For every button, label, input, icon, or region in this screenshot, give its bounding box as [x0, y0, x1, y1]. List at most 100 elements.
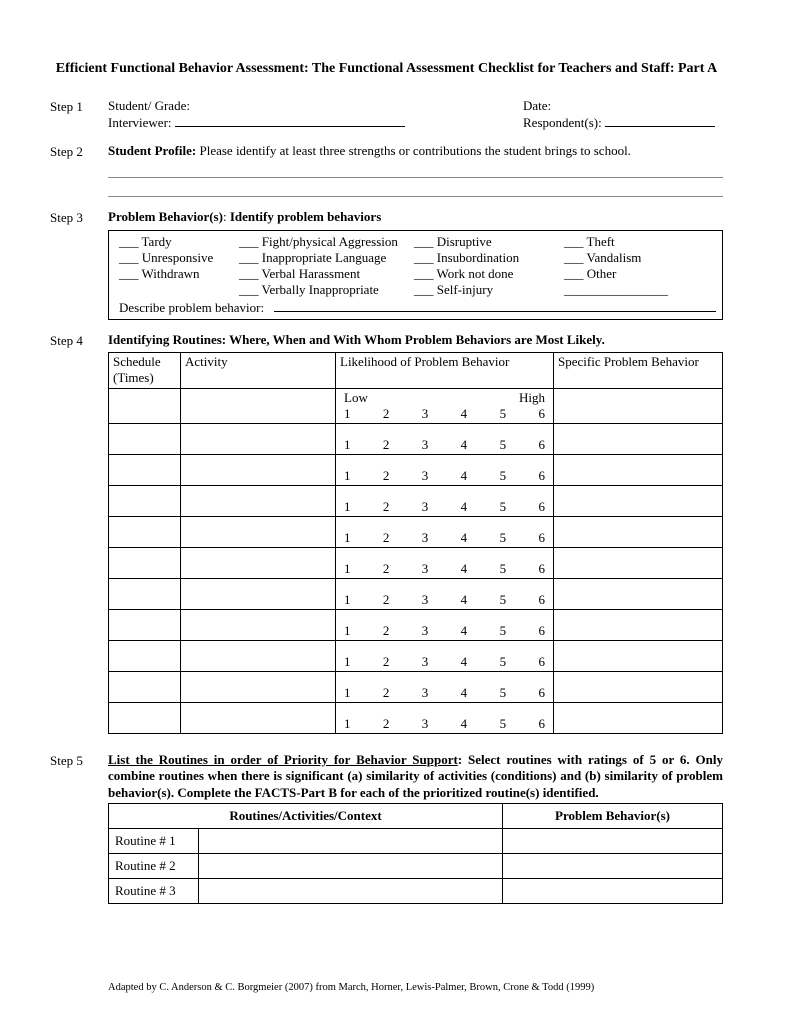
- behavior-item[interactable]: Other ________________: [564, 266, 716, 299]
- behavior-item[interactable]: Verbally Inappropriate: [239, 282, 414, 298]
- schedule-cell[interactable]: [109, 641, 181, 672]
- scale-value[interactable]: 2: [383, 654, 390, 670]
- scale-value[interactable]: 4: [461, 716, 468, 732]
- behavior-item[interactable]: Insubordination: [414, 250, 564, 266]
- scale-value[interactable]: 2: [383, 468, 390, 484]
- scale-value[interactable]: 1: [344, 437, 351, 453]
- scale-value[interactable]: 5: [500, 468, 507, 484]
- specific-behavior-cell[interactable]: [554, 703, 723, 734]
- scale-value[interactable]: 1: [344, 499, 351, 515]
- likelihood-cell[interactable]: LowHigh123456: [336, 388, 554, 424]
- activity-cell[interactable]: [181, 486, 336, 517]
- scale-value[interactable]: 3: [422, 561, 429, 577]
- behavior-item[interactable]: Inappropriate Language: [239, 250, 414, 266]
- specific-behavior-cell[interactable]: [554, 424, 723, 455]
- scale-value[interactable]: 5: [500, 499, 507, 515]
- scale-value[interactable]: 3: [422, 716, 429, 732]
- scale-value[interactable]: 6: [538, 592, 545, 608]
- routine-behavior-cell[interactable]: [503, 828, 723, 853]
- behavior-item[interactable]: Self-injury: [414, 282, 564, 298]
- behavior-item[interactable]: Theft: [564, 234, 716, 250]
- scale-value[interactable]: 2: [383, 406, 390, 422]
- scale-value[interactable]: 4: [461, 530, 468, 546]
- scale-value[interactable]: 3: [422, 685, 429, 701]
- activity-cell[interactable]: [181, 455, 336, 486]
- scale-value[interactable]: 2: [383, 623, 390, 639]
- schedule-cell[interactable]: [109, 486, 181, 517]
- behavior-item[interactable]: Disruptive: [414, 234, 564, 250]
- interviewer-input[interactable]: [175, 114, 405, 127]
- scale-value[interactable]: 5: [500, 561, 507, 577]
- likelihood-cell[interactable]: 123456: [336, 641, 554, 672]
- respondents-input[interactable]: [605, 114, 715, 127]
- routine-context-cell[interactable]: [199, 828, 503, 853]
- activity-cell[interactable]: [181, 424, 336, 455]
- scale-value[interactable]: 2: [383, 561, 390, 577]
- scale-value[interactable]: 4: [461, 437, 468, 453]
- schedule-cell[interactable]: [109, 672, 181, 703]
- scale-value[interactable]: 4: [461, 561, 468, 577]
- schedule-cell[interactable]: [109, 579, 181, 610]
- specific-behavior-cell[interactable]: [554, 486, 723, 517]
- activity-cell[interactable]: [181, 672, 336, 703]
- behavior-item[interactable]: Work not done: [414, 266, 564, 282]
- behavior-item[interactable]: Withdrawn: [119, 266, 239, 282]
- scale-value[interactable]: 6: [538, 654, 545, 670]
- scale-value[interactable]: 2: [383, 685, 390, 701]
- scale-value[interactable]: 5: [500, 437, 507, 453]
- scale-value[interactable]: 1: [344, 654, 351, 670]
- scale-value[interactable]: 4: [461, 592, 468, 608]
- behavior-item[interactable]: Verbal Harassment: [239, 266, 414, 282]
- likelihood-cell[interactable]: 123456: [336, 610, 554, 641]
- scale-value[interactable]: 1: [344, 561, 351, 577]
- scale-value[interactable]: 6: [538, 530, 545, 546]
- schedule-cell[interactable]: [109, 455, 181, 486]
- likelihood-cell[interactable]: 123456: [336, 579, 554, 610]
- schedule-cell[interactable]: [109, 517, 181, 548]
- scale-value[interactable]: 3: [422, 654, 429, 670]
- activity-cell[interactable]: [181, 610, 336, 641]
- likelihood-cell[interactable]: 123456: [336, 703, 554, 734]
- scale-value[interactable]: 1: [344, 623, 351, 639]
- scale-value[interactable]: 4: [461, 623, 468, 639]
- scale-value[interactable]: 4: [461, 654, 468, 670]
- scale-value[interactable]: 5: [500, 530, 507, 546]
- likelihood-cell[interactable]: 1 2 3 4 5 6: [336, 548, 554, 579]
- scale-value[interactable]: 6: [538, 468, 545, 484]
- scale-value[interactable]: 2: [383, 592, 390, 608]
- likelihood-cell[interactable]: 123456: [336, 517, 554, 548]
- specific-behavior-cell[interactable]: [554, 388, 723, 424]
- likelihood-cell[interactable]: 123456: [336, 486, 554, 517]
- scale-value[interactable]: 4: [461, 468, 468, 484]
- scale-value[interactable]: 1: [344, 530, 351, 546]
- likelihood-cell[interactable]: 123456: [336, 424, 554, 455]
- activity-cell[interactable]: [181, 548, 336, 579]
- scale-value[interactable]: 2: [383, 716, 390, 732]
- scale-value[interactable]: 3: [422, 437, 429, 453]
- scale-value[interactable]: 5: [500, 716, 507, 732]
- specific-behavior-cell[interactable]: [554, 548, 723, 579]
- activity-cell[interactable]: [181, 641, 336, 672]
- scale-value[interactable]: 5: [500, 623, 507, 639]
- routine-context-cell[interactable]: [199, 853, 503, 878]
- specific-behavior-cell[interactable]: [554, 579, 723, 610]
- scale-value[interactable]: 3: [422, 499, 429, 515]
- likelihood-cell[interactable]: 123456: [336, 672, 554, 703]
- routine-behavior-cell[interactable]: [503, 853, 723, 878]
- behavior-item[interactable]: Unresponsive: [119, 250, 239, 266]
- activity-cell[interactable]: [181, 579, 336, 610]
- scale-value[interactable]: 6: [538, 561, 545, 577]
- routine-behavior-cell[interactable]: [503, 878, 723, 903]
- scale-value[interactable]: 3: [422, 406, 429, 422]
- activity-cell[interactable]: [181, 388, 336, 424]
- scale-value[interactable]: 1: [344, 592, 351, 608]
- behavior-item[interactable]: Vandalism: [564, 250, 716, 266]
- scale-value[interactable]: 1: [344, 406, 351, 422]
- profile-line-1[interactable]: [108, 163, 723, 178]
- scale-value[interactable]: 6: [538, 685, 545, 701]
- scale-value[interactable]: 5: [500, 592, 507, 608]
- specific-behavior-cell[interactable]: [554, 517, 723, 548]
- scale-value[interactable]: 2: [383, 499, 390, 515]
- scale-value[interactable]: 4: [461, 685, 468, 701]
- scale-value[interactable]: 6: [538, 437, 545, 453]
